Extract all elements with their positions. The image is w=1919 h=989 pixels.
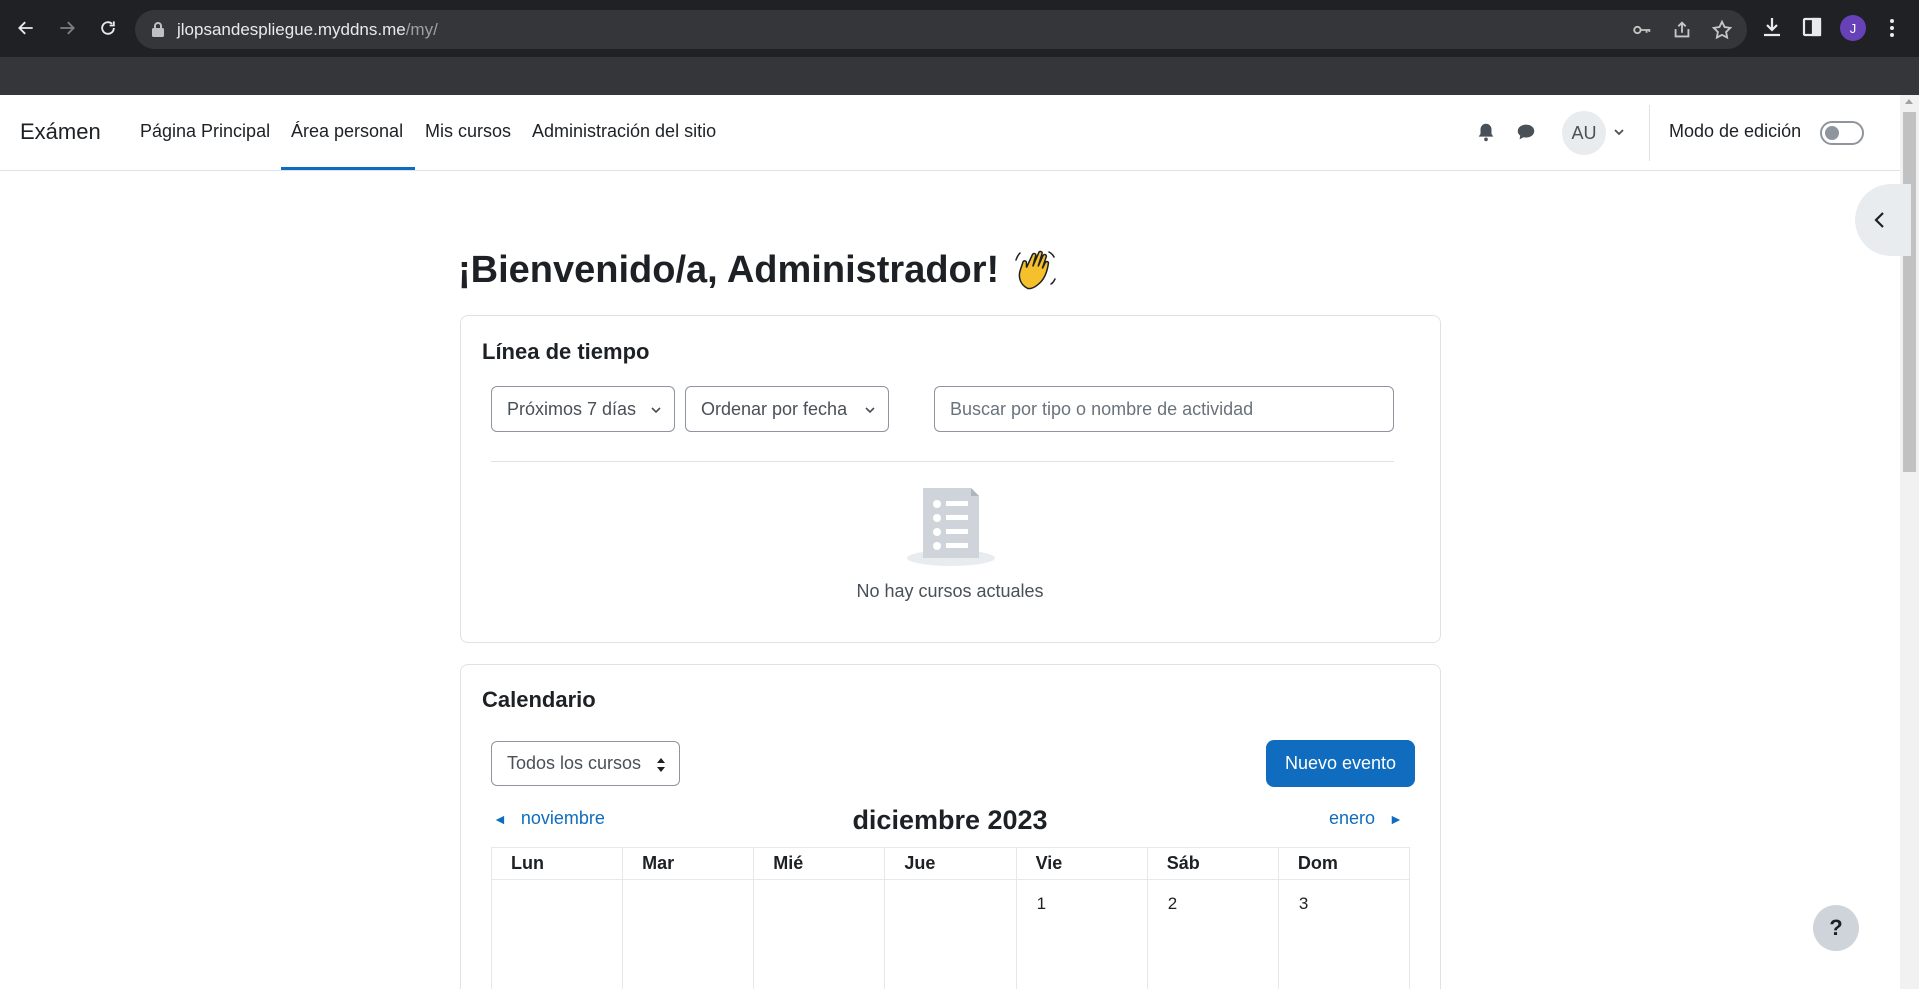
next-month-label: enero xyxy=(1329,808,1376,828)
open-block-drawer-button[interactable] xyxy=(1855,184,1911,256)
timeline-day-filter[interactable]: Próximos 7 días xyxy=(491,386,675,432)
calendar-week-row: 1 2 3 xyxy=(490,879,1411,989)
nav-link-my-courses[interactable]: Mis cursos xyxy=(425,121,511,142)
messages-chat-icon[interactable] xyxy=(1515,121,1537,143)
timeline-sort-select[interactable]: Ordenar por fecha xyxy=(685,386,889,432)
page-title: ¡Bienvenido/a, Administrador! xyxy=(458,248,1057,292)
calendar-day-cell[interactable]: 3 xyxy=(1277,879,1411,989)
nav-divider xyxy=(1649,105,1650,161)
nav-link-site-admin[interactable]: Administración del sitio xyxy=(532,121,716,142)
site-navbar: Exámen Página Principal Área personal Mi… xyxy=(0,95,1900,171)
weekday-header: Dom xyxy=(1277,847,1411,880)
sort-updown-icon xyxy=(657,758,665,772)
timeline-card: Línea de tiempo Próximos 7 días Ordenar … xyxy=(460,315,1441,643)
calendar-card: Calendario Todos los cursos Nuevo evento… xyxy=(460,664,1441,989)
browser-chrome: jlopsandespliegue.myddns.me/my/ J xyxy=(0,0,1919,95)
back-icon[interactable] xyxy=(10,12,42,44)
active-tab-indicator xyxy=(281,167,415,170)
chevron-down-icon[interactable] xyxy=(1612,125,1626,139)
calendar-day-cell xyxy=(622,879,755,989)
empty-state-text: No hay cursos actuales xyxy=(856,581,1044,601)
waving-hand-icon xyxy=(1015,250,1056,290)
help-button[interactable]: ? xyxy=(1813,905,1859,951)
chevron-down-icon xyxy=(651,407,661,414)
calendar-day-cell xyxy=(753,879,886,989)
calendar-day-cell xyxy=(884,879,1017,989)
site-name[interactable]: Exámen xyxy=(20,119,101,145)
weekday-header: Mié xyxy=(753,847,886,880)
key-icon[interactable] xyxy=(1631,19,1653,41)
forward-icon[interactable] xyxy=(51,12,83,44)
divider xyxy=(491,461,1394,462)
nav-link-home[interactable]: Página Principal xyxy=(140,121,270,142)
empty-courses-icon xyxy=(907,488,995,566)
calendar-day-cell[interactable]: 1 xyxy=(1015,879,1148,989)
timeline-title: Línea de tiempo xyxy=(482,339,650,364)
new-event-button[interactable]: Nuevo evento xyxy=(1266,740,1415,787)
lock-icon xyxy=(152,22,164,37)
scroll-thumb[interactable] xyxy=(1903,112,1916,472)
scroll-up-arrow[interactable] xyxy=(1905,99,1913,104)
weekday-header: Sáb xyxy=(1146,847,1279,880)
reload-icon[interactable] xyxy=(92,12,124,44)
arrow-right-icon: ► xyxy=(1389,810,1403,827)
profile-avatar[interactable]: J xyxy=(1840,15,1866,41)
download-icon[interactable] xyxy=(1760,15,1784,39)
calendar-course-select[interactable]: Todos los cursos xyxy=(491,741,680,786)
welcome-text: ¡Bienvenido/a, Administrador! xyxy=(458,248,1000,291)
weekday-header: Jue xyxy=(884,847,1017,880)
edit-mode-toggle[interactable] xyxy=(1820,121,1864,145)
next-month-link[interactable]: enero ► xyxy=(1329,808,1403,829)
sort-select-value: Ordenar por fecha xyxy=(701,398,848,419)
day-filter-value: Próximos 7 días xyxy=(507,398,637,419)
chevron-down-icon xyxy=(865,407,875,414)
browser-menu-icon[interactable] xyxy=(1882,16,1902,40)
chevron-left-icon xyxy=(1874,212,1884,228)
current-month-title: diciembre 2023 xyxy=(852,805,1048,835)
calendar-day-cell xyxy=(490,879,624,989)
nav-link-dashboard[interactable]: Área personal xyxy=(291,121,403,142)
calendar-day-cell[interactable]: 2 xyxy=(1146,879,1279,989)
edit-mode-label: Modo de edición xyxy=(1669,121,1802,141)
weekday-header: Lun xyxy=(490,847,624,880)
course-select-value: Todos los cursos xyxy=(507,753,642,773)
calendar-grid: Lun Mar Mié Jue Vie Sáb Dom 1 2 3 xyxy=(490,847,1411,989)
side-panel-icon[interactable] xyxy=(1800,15,1824,39)
url-text: jlopsandespliegue.myddns.me/my/ xyxy=(177,20,438,39)
weekday-header-row: Lun Mar Mié Jue Vie Sáb Dom xyxy=(490,847,1411,880)
user-avatar[interactable]: AU xyxy=(1562,111,1606,155)
calendar-title: Calendario xyxy=(482,687,596,712)
address-bar[interactable]: jlopsandespliegue.myddns.me/my/ xyxy=(135,10,1747,49)
weekday-header: Mar xyxy=(622,847,755,880)
bookmark-star-icon[interactable] xyxy=(1711,19,1733,41)
toggle-knob xyxy=(1825,126,1839,140)
timeline-search-input[interactable] xyxy=(934,386,1394,432)
share-icon[interactable] xyxy=(1671,19,1693,41)
notifications-bell-icon[interactable] xyxy=(1475,121,1497,143)
weekday-header: Vie xyxy=(1015,847,1148,880)
